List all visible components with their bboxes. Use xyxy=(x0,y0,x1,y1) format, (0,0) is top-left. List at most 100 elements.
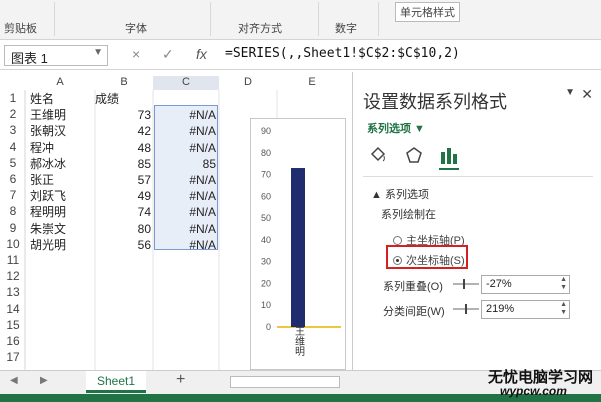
enter-icon[interactable]: ✓ xyxy=(162,46,174,63)
gap-width-spinner[interactable]: 219% ▲ ▼ xyxy=(481,300,570,319)
cell-helper[interactable] xyxy=(156,285,216,301)
cell-name[interactable]: 刘跃飞 xyxy=(30,188,94,204)
cell-helper[interactable] xyxy=(156,253,216,269)
row-header[interactable]: 13 xyxy=(2,285,24,299)
overlap-slider[interactable] xyxy=(453,278,479,290)
row-header[interactable]: 6 xyxy=(2,172,24,186)
cell-score[interactable] xyxy=(95,334,151,350)
spinner-arrows-icon[interactable]: ▲ ▼ xyxy=(560,276,567,292)
scroll-left-icon[interactable]: ◀ xyxy=(10,375,18,386)
cell-score[interactable]: 56 xyxy=(95,237,151,253)
gap-slider[interactable] xyxy=(453,303,479,315)
cell-name[interactable]: 胡光明 xyxy=(30,237,94,253)
cell-score[interactable] xyxy=(95,350,151,366)
cell-helper[interactable]: #N/A xyxy=(156,237,216,253)
row-header[interactable]: 8 xyxy=(2,204,24,218)
cell-score[interactable]: 80 xyxy=(95,221,151,237)
series-options-section[interactable]: ▲ 系列选项 xyxy=(371,186,429,202)
row-header[interactable]: 2 xyxy=(2,107,24,121)
cell-score[interactable] xyxy=(95,318,151,334)
cell-helper[interactable] xyxy=(156,350,216,366)
row-header[interactable]: 16 xyxy=(2,334,24,348)
cell-name[interactable] xyxy=(30,318,94,334)
chart-bar[interactable] xyxy=(291,168,305,327)
close-icon[interactable]: ✕ xyxy=(581,86,593,103)
function-icon[interactable]: fx xyxy=(196,46,207,62)
cell-name[interactable]: 张朝汉 xyxy=(30,123,94,139)
ribbon-group-number[interactable]: 数字 xyxy=(335,20,357,36)
cell-score[interactable] xyxy=(95,269,151,285)
effects-pentagon-icon[interactable] xyxy=(405,146,423,164)
cell-helper[interactable] xyxy=(156,269,216,285)
cell-styles-button[interactable]: 单元格样式 xyxy=(395,2,460,22)
cancel-icon[interactable]: × xyxy=(132,46,140,62)
row-header[interactable]: 9 xyxy=(2,221,24,235)
tab-sheet1[interactable]: Sheet1 xyxy=(86,371,146,393)
formula-input[interactable]: =SERIES(,,Sheet1!$C$2:$C$10,2) xyxy=(225,46,460,61)
cell-name[interactable]: 姓名 xyxy=(30,91,94,107)
cell-score[interactable]: 57 xyxy=(95,172,151,188)
ribbon-group-alignment[interactable]: 对齐方式 xyxy=(238,20,282,36)
ribbon-group-clipboard[interactable]: 剪贴板 xyxy=(4,20,37,36)
row-header[interactable]: 17 xyxy=(2,350,24,364)
add-sheet-icon[interactable]: + xyxy=(176,371,185,389)
name-box[interactable]: 图表 1 ▼ xyxy=(4,45,108,66)
horizontal-scrollbar[interactable] xyxy=(230,376,340,388)
cell-score[interactable] xyxy=(95,285,151,301)
cell-score[interactable] xyxy=(95,253,151,269)
cell-helper[interactable] xyxy=(156,318,216,334)
cell-score[interactable]: 42 xyxy=(95,123,151,139)
cell-name[interactable]: 王维明 xyxy=(30,107,94,123)
cell-helper[interactable]: #N/A xyxy=(156,123,216,139)
cell-score[interactable]: 48 xyxy=(95,140,151,156)
column-header-e[interactable]: E xyxy=(277,76,347,90)
row-header[interactable]: 14 xyxy=(2,302,24,316)
column-header-a[interactable]: A xyxy=(25,76,95,90)
overlap-spinner[interactable]: -27% ▲ ▼ xyxy=(481,275,570,294)
scroll-right-icon[interactable]: ▶ xyxy=(40,375,48,386)
cell-name[interactable]: 郝冰冰 xyxy=(30,156,94,172)
cell-helper[interactable]: #N/A xyxy=(156,140,216,156)
cell-name[interactable] xyxy=(30,334,94,350)
cell-name[interactable] xyxy=(30,253,94,269)
cell-helper[interactable]: #N/A xyxy=(156,204,216,220)
column-header-b[interactable]: B xyxy=(95,76,153,90)
row-header[interactable]: 1 xyxy=(2,91,24,105)
spinner-arrows-icon[interactable]: ▲ ▼ xyxy=(560,301,567,317)
row-header[interactable]: 12 xyxy=(2,269,24,283)
cell-helper[interactable]: #N/A xyxy=(156,107,216,123)
row-header[interactable]: 11 xyxy=(2,253,24,267)
row-header[interactable]: 10 xyxy=(2,237,24,251)
pane-options-icon[interactable]: ▼ xyxy=(565,87,575,98)
column-header-d[interactable]: D xyxy=(219,76,277,90)
row-header[interactable]: 5 xyxy=(2,156,24,170)
cell-name[interactable] xyxy=(30,302,94,318)
column-header-c[interactable]: C xyxy=(153,76,219,90)
cell-helper[interactable]: 85 xyxy=(156,156,216,172)
series-options-icon[interactable] xyxy=(439,146,459,164)
cell-helper[interactable]: #N/A xyxy=(156,172,216,188)
series-options-dropdown[interactable]: 系列选项 ▼ xyxy=(367,120,425,136)
chevron-down-icon[interactable]: ▼ xyxy=(93,47,103,58)
cell-helper[interactable] xyxy=(156,91,216,107)
cell-name[interactable]: 朱崇文 xyxy=(30,221,94,237)
cell-name[interactable]: 程冲 xyxy=(30,140,94,156)
ribbon-group-font[interactable]: 字体 xyxy=(125,20,147,36)
cell-score[interactable]: 73 xyxy=(95,107,151,123)
cell-helper[interactable]: #N/A xyxy=(156,188,216,204)
cell-score[interactable] xyxy=(95,302,151,318)
cell-name[interactable] xyxy=(30,269,94,285)
row-header[interactable]: 3 xyxy=(2,123,24,137)
cell-score[interactable]: 74 xyxy=(95,204,151,220)
cell-helper[interactable] xyxy=(156,334,216,350)
cell-name[interactable]: 张正 xyxy=(30,172,94,188)
cell-helper[interactable] xyxy=(156,302,216,318)
cell-name[interactable] xyxy=(30,285,94,301)
cell-name[interactable]: 程明明 xyxy=(30,204,94,220)
fill-line-icon[interactable] xyxy=(369,146,387,164)
row-header[interactable]: 7 xyxy=(2,188,24,202)
chart-area[interactable]: 0 10 20 30 40 50 60 70 80 90 王维明 xyxy=(250,118,346,370)
row-header[interactable]: 4 xyxy=(2,140,24,154)
cell-score[interactable]: 49 xyxy=(95,188,151,204)
cell-score[interactable]: 成绩 xyxy=(95,91,151,107)
